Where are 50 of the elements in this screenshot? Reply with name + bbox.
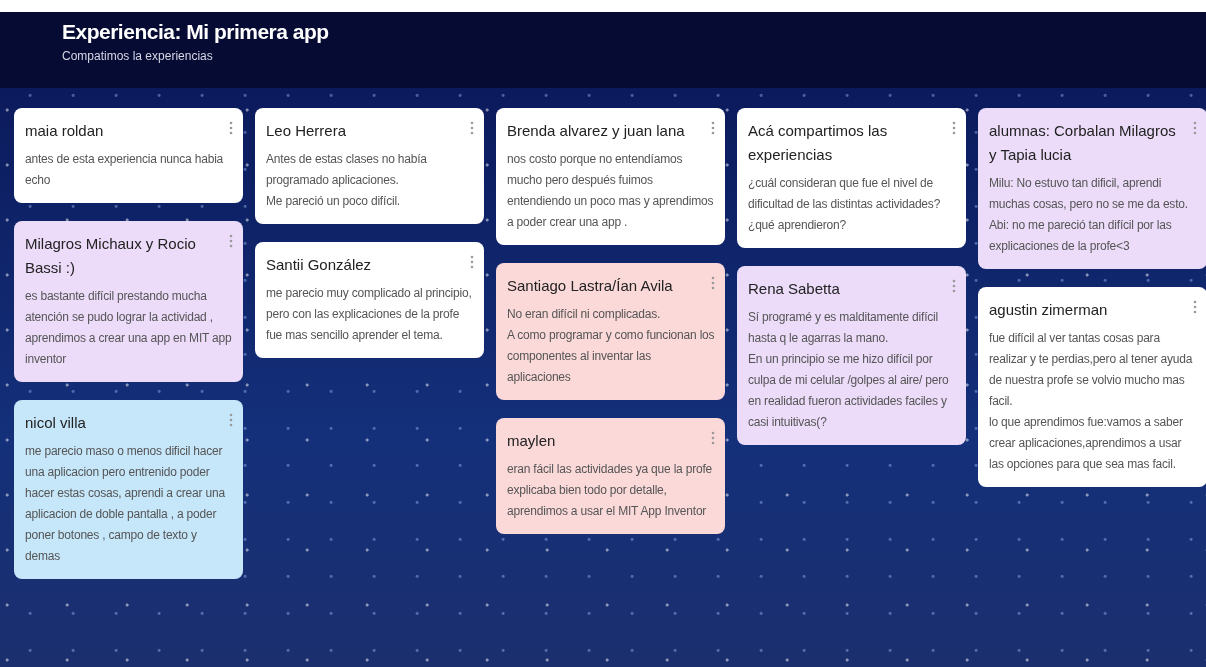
more-options-icon[interactable] (1193, 300, 1197, 314)
more-options-icon[interactable] (952, 121, 956, 135)
post-card[interactable]: maylen eran fácil las actividades ya que la profe explicaba bien todo por detalle, aprendimos a usar el MIT App Inventor (496, 418, 725, 534)
board-title: Experiencia: Mi primera app (62, 20, 329, 44)
board-subtitle: Compatimos la experiencias (62, 49, 214, 63)
post-text: antes de esta experiencia nunca habia echo (25, 151, 225, 189)
post-card[interactable]: Milagros Michaux y Rocio Bassi :) es bastante difícil prestando mucha atención se pudo lograr la actividad , aprendimos a crear una app en MIT app inventor (14, 221, 243, 382)
post-title: Brenda alvarez y juan lana (507, 121, 685, 141)
more-options-icon[interactable] (711, 121, 715, 135)
more-options-icon[interactable] (229, 121, 233, 135)
post-card[interactable] (737, 266, 966, 445)
post-card[interactable]: Brenda alvarez y juan lana nos costo porque no entendíamos mucho pero después fuimos entendiendo un poco mas y aprendimos a poder crear una app . (496, 108, 725, 245)
post-text: Milu: No estuvo tan dificil, aprendi muchas cosas, pero no se me da esto. Abi: no me pareció tan difícil por las explicaciones de la profe<3 (989, 175, 1189, 255)
post-title: Milagros Michaux y Rocio Bassi :) (25, 234, 197, 278)
more-options-icon[interactable] (229, 413, 233, 427)
post-text: eran fácil las actividades ya que la profe explicaba bien todo por detalle, aprendimos a usar el MIT App Inventor (507, 461, 714, 520)
post-card[interactable]: maia roldan antes de esta experiencia nunca habia echo (14, 108, 243, 203)
post-title: maia roldan (25, 121, 104, 141)
more-options-icon[interactable] (711, 431, 715, 445)
more-options-icon[interactable] (952, 279, 956, 293)
post-title: maylen (507, 431, 556, 451)
post-text: nos costo porque no entendíamos mucho pero después fuimos entendiendo un poco mas y aprendimos a poder crear una app . (507, 151, 715, 231)
post-title: Santiago Lastra/Ían Avila (507, 276, 673, 296)
post-text: me parecio muy complicado al principio, pero con las explicaciones de la profe fue mas sencillo aprender el tema. (266, 285, 473, 344)
more-options-icon[interactable] (470, 255, 474, 269)
post-card[interactable]: Santii González me parecio muy complicado al principio, pero con las explicaciones de la profe fue mas sencillo aprender el tema. (255, 242, 484, 358)
post-title: Leo Herrera (266, 121, 347, 141)
post-text: ¿cuál consideran que fue el nivel de dificultad de las distintas actividades? ¿qué aprendieron? (748, 175, 942, 234)
post-card[interactable] (978, 287, 1206, 487)
post-text: fue difícil al ver tantas cosas para realizar y te perdias,pero al tener ayuda de nuestra profe se volvio mucho mas facil. lo que aprendimos fue:vamos a saber crear aplicaciones,aprendimos a usar las opciones para que sea mas facil. (989, 330, 1194, 473)
post-text: Sí programé y es malditamente difícil hasta q le agarras la mano. En un principio se me hizo difícil por culpa de mi celular /golpes al aire/ pero en realidad fueron actividades faciles y casi intuitivas(? (748, 309, 950, 431)
post-title: nicol villa (25, 413, 86, 433)
post-title: Santii González (266, 255, 372, 275)
post-card[interactable]: alumnas: Corbalan Milagros y Tapia lucia Milu: No estuvo tan dificil, aprendi muchas cosas, pero no se me da esto. Abi: no me pareció tan difícil por las explicaciones de la profe<3 (978, 108, 1206, 269)
post-text: Antes de estas clases no había programado aplicaciones. Me pareció un poco difícil. (266, 151, 428, 210)
more-options-icon[interactable] (229, 234, 233, 248)
post-title: Acá compartimos las experiencias (748, 121, 889, 165)
post-title: agustin zimerman (989, 300, 1108, 320)
post-text: me parecio maso o menos dificil hacer una aplicacion pero entrenido poder hacer estas cosas, aprendi a crear una aplicacion de doble pantalla , a poder poner botones , campo de texto y demas (25, 443, 226, 565)
post-card[interactable]: Leo Herrera Antes de estas clases no había programado aplicaciones. Me pareció un poco difícil. (255, 108, 484, 224)
more-options-icon[interactable] (470, 121, 474, 135)
more-options-icon[interactable] (1193, 121, 1197, 135)
post-title: alumnas: Corbalan Milagros y Tapia lucia (989, 121, 1177, 165)
post-card[interactable]: Santiago Lastra/Ían Avila No eran difícil ni complicadas. A como programar y como funcionan los componentes al inventar las aplicaciones (496, 263, 725, 400)
post-card[interactable] (14, 400, 243, 579)
post-text: es bastante difícil prestando mucha atención se pudo lograr la actividad , aprendimos a crear una app en MIT app inventor (25, 288, 233, 368)
more-options-icon[interactable] (711, 276, 715, 290)
post-title: Rena Sabetta (748, 279, 840, 299)
post-card[interactable]: Acá compartimos las experiencias ¿cuál consideran que fue el nivel de dificultad de las distintas actividades? ¿qué aprendieron? (737, 108, 966, 248)
post-text: No eran difícil ni complicadas. A como programar y como funcionan los componentes al inventar las aplicaciones (507, 306, 715, 386)
